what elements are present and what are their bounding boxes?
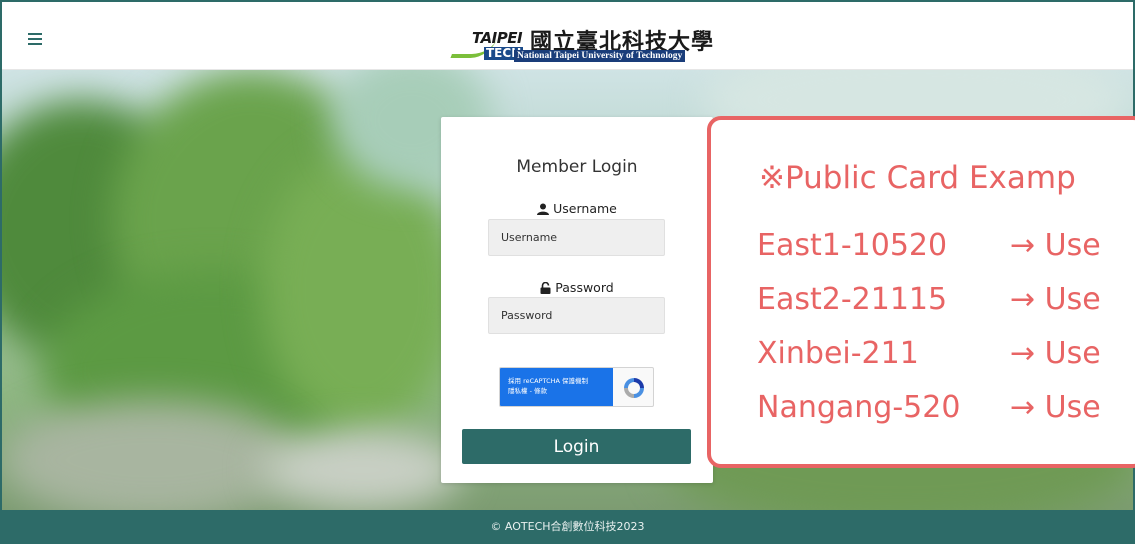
- member-login-card: Member Login Username Password 採用 reCAPT…: [441, 117, 713, 483]
- recaptcha-text: 採用 reCAPTCHA 保護機制 隱私權 - 條款: [500, 368, 613, 406]
- login-button[interactable]: Login: [462, 429, 691, 464]
- username-label: Username: [441, 201, 713, 216]
- page-footer: © AOTECH合創數位科技2023: [2, 510, 1133, 542]
- card-code: East1-10520: [757, 228, 948, 263]
- logo-taipei-text: TAIPEI: [472, 29, 523, 47]
- recaptcha-widget[interactable]: 採用 reCAPTCHA 保護機制 隱私權 - 條款: [499, 367, 654, 407]
- card-arrow-text: → Use: [1010, 282, 1101, 317]
- password-input[interactable]: [488, 297, 665, 334]
- hamburger-menu-icon[interactable]: [28, 33, 42, 45]
- card-arrow-text: → Use: [1010, 336, 1101, 371]
- notice-row: Xinbei-211 → Use: [757, 336, 1101, 371]
- logo-english-name: National Taipei University of Technology: [514, 50, 686, 62]
- notice-title: ※Public Card Examp: [759, 160, 1076, 196]
- password-label-text: Password: [555, 280, 614, 295]
- user-icon: [537, 203, 550, 215]
- login-title: Member Login: [516, 157, 638, 177]
- copyright-text: © AOTECH合創數位科技2023: [490, 520, 645, 533]
- username-input[interactable]: [488, 219, 665, 256]
- card-code: Xinbei-211: [757, 336, 919, 371]
- card-arrow-text: → Use: [1010, 390, 1101, 425]
- recaptcha-line1: 採用 reCAPTCHA 保護機制: [508, 377, 589, 385]
- notice-row: Nangang-520 → Use: [757, 390, 1101, 425]
- recaptcha-terms-link[interactable]: 隱私權 - 條款: [508, 386, 605, 396]
- card-arrow-text: → Use: [1010, 228, 1101, 263]
- public-card-notice: ※Public Card Examp East1-10520 → Use East…: [707, 116, 1135, 468]
- notice-row: East2-21115 → Use: [757, 282, 1101, 317]
- card-code: East2-21115: [757, 282, 948, 317]
- university-logo[interactable]: TAIPEI TECH 國立臺北科技大學 National Taipei Uni…: [450, 24, 713, 64]
- username-label-text: Username: [553, 201, 617, 216]
- top-navbar: TAIPEI TECH 國立臺北科技大學 National Taipei Uni…: [2, 2, 1133, 70]
- unlock-icon: [540, 281, 551, 294]
- card-code: Nangang-520: [757, 390, 961, 425]
- notice-row: East1-10520 → Use: [757, 228, 1101, 263]
- recaptcha-logo-icon: [624, 378, 644, 398]
- password-label: Password: [441, 280, 713, 295]
